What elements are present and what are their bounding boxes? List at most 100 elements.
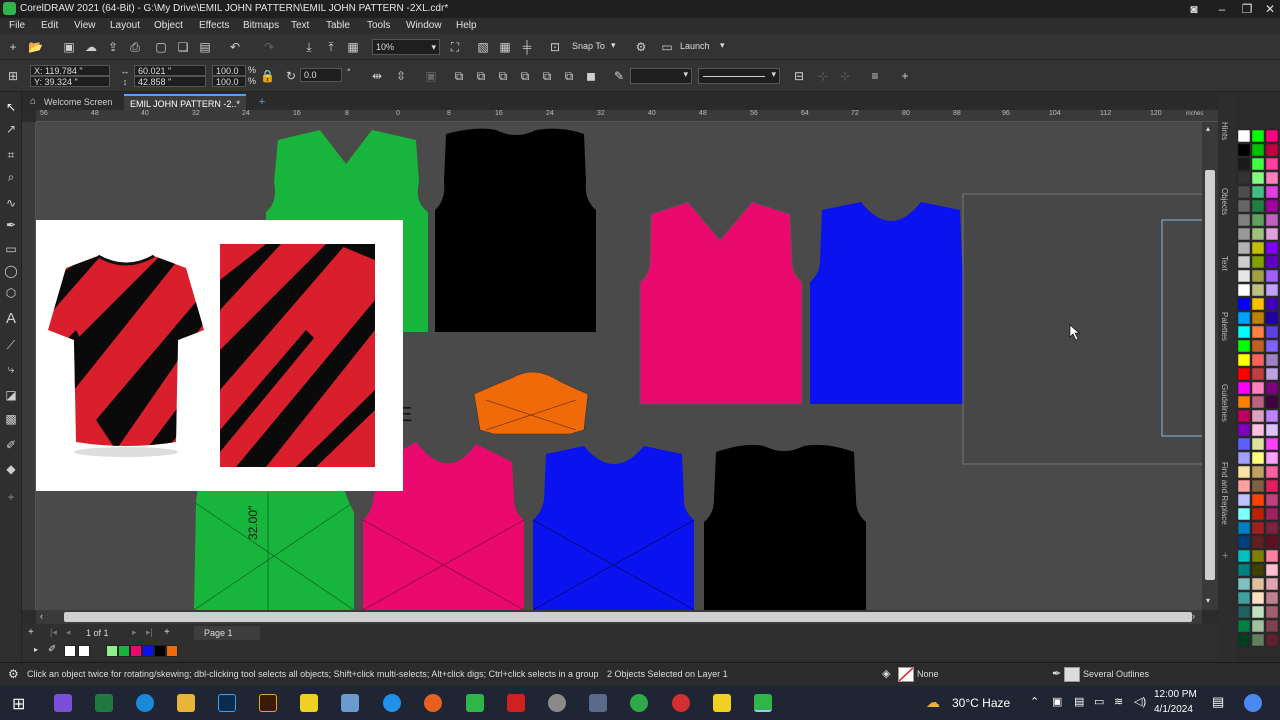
palette-swatch[interactable] (1251, 549, 1265, 563)
menu-effects[interactable]: Effects (199, 20, 229, 31)
palette-swatch[interactable] (1265, 507, 1279, 521)
notes-icon[interactable] (713, 694, 731, 712)
back-minus-front-icon[interactable]: ⧉ (562, 69, 576, 83)
palette-swatch[interactable] (1265, 185, 1279, 199)
palette-swatch[interactable] (1251, 129, 1265, 143)
boundary-icon[interactable]: ◼ (584, 69, 598, 83)
speaker-icon[interactable]: ◁) (1134, 695, 1146, 708)
align-icon[interactable]: ≡ (868, 69, 882, 83)
menu-bitmaps[interactable]: Bitmaps (243, 20, 279, 31)
palette-swatch[interactable] (1265, 241, 1279, 255)
import-icon[interactable]: ⤓ (302, 40, 316, 54)
palette-swatch[interactable] (1251, 269, 1265, 283)
palette-swatch[interactable] (1251, 633, 1265, 647)
add-page-icon[interactable]: + (28, 627, 34, 638)
gear-icon[interactable]: ⚙ (8, 667, 19, 681)
eyedropper-tool-icon[interactable]: ✐ (4, 438, 18, 452)
palette-swatch[interactable] (1265, 199, 1279, 213)
pen-tool-icon[interactable]: ✒ (4, 218, 18, 232)
menu-tools[interactable]: Tools (367, 20, 390, 31)
tray-icon[interactable]: ▤ (1074, 695, 1084, 708)
palette-swatch[interactable] (1237, 619, 1251, 633)
launch-dropdown[interactable]: Launch (680, 41, 710, 51)
palette-swatch[interactable] (1237, 227, 1251, 241)
palette-swatch[interactable] (1265, 549, 1279, 563)
scroll-down-icon[interactable]: ▾ (1206, 596, 1210, 605)
palette-swatch[interactable] (1251, 325, 1265, 339)
snap-icon[interactable]: ⊡ (548, 40, 562, 54)
palette-swatch[interactable] (1251, 409, 1265, 423)
edge-icon[interactable] (136, 694, 154, 712)
palette-swatch[interactable] (1237, 451, 1251, 465)
clock-time[interactable]: 12:00 PM (1154, 689, 1197, 700)
clock-date[interactable]: 4/1/2024 (1154, 704, 1193, 715)
menu-edit[interactable]: Edit (41, 20, 58, 31)
app-icon-gray[interactable] (548, 694, 566, 712)
new-document-icon[interactable]: + (6, 40, 20, 54)
palette-swatch[interactable] (1265, 367, 1279, 381)
ellipse-tool-icon[interactable]: ◯ (4, 264, 18, 278)
sticky-notes-icon[interactable] (300, 694, 318, 712)
fill-none-swatch[interactable] (898, 667, 914, 682)
copilot-icon[interactable] (1244, 694, 1262, 712)
palette-swatch[interactable] (1237, 409, 1251, 423)
palette-swatch[interactable] (1251, 381, 1265, 395)
palette-swatch[interactable] (1265, 157, 1279, 171)
pick-tool-icon[interactable]: ↖ (4, 100, 18, 114)
shadow-tool-icon[interactable]: ◪ (4, 388, 18, 402)
vertical-scrollbar[interactable]: ▴ ▾ (1202, 122, 1218, 610)
swatch-none[interactable] (64, 645, 76, 657)
connector-tool-icon[interactable]: ⤷ (4, 362, 18, 376)
palette-swatch[interactable] (1265, 451, 1279, 465)
palette-swatch[interactable] (1237, 549, 1251, 563)
docker-tab-palettes[interactable]: Palettes (1220, 312, 1229, 341)
file-explorer-icon[interactable] (177, 694, 195, 712)
zoom-tool-icon[interactable]: ⌕ (4, 170, 18, 184)
weld-icon[interactable]: ⧉ (452, 69, 466, 83)
fill-icon[interactable]: ◈ (882, 667, 890, 680)
palette-swatch[interactable] (1251, 423, 1265, 437)
menu-help[interactable]: Help (456, 20, 477, 31)
palette-swatch[interactable] (1237, 143, 1251, 157)
palette-swatch[interactable] (1251, 591, 1265, 605)
simplify-icon[interactable]: ⧉ (518, 69, 532, 83)
mirror-horizontal-icon[interactable]: ⇹ (370, 69, 384, 83)
palette-swatch[interactable] (1265, 409, 1279, 423)
palette-swatch[interactable] (1265, 521, 1279, 535)
save-icon[interactable]: ▣ (62, 40, 76, 54)
vertical-scroll-thumb[interactable] (1205, 170, 1215, 580)
snap-to-dropdown[interactable]: Snap To (572, 41, 605, 51)
transparency-tool-icon[interactable]: ▩ (4, 412, 18, 426)
x-position-field[interactable]: X: 119.784 " (30, 65, 110, 76)
palette-swatch[interactable] (1251, 367, 1265, 381)
scale-width-field[interactable]: 100.0 (212, 65, 246, 76)
palette-swatch[interactable] (1265, 633, 1279, 647)
eyedropper-icon[interactable]: ✐ (48, 644, 56, 655)
palette-swatch[interactable] (1237, 395, 1251, 409)
palette-swatch[interactable] (1237, 479, 1251, 493)
mirror-vertical-icon[interactable]: ⇳ (394, 69, 408, 83)
search-app-icon[interactable] (424, 694, 442, 712)
palette-swatch[interactable] (1251, 171, 1265, 185)
outline-pen-icon[interactable]: ✒ (1052, 667, 1061, 680)
scroll-right-icon[interactable]: › (1192, 611, 1195, 621)
node-icon[interactable]: ⊹ (816, 69, 830, 83)
pdf-icon[interactable]: ▦ (346, 40, 360, 54)
docker-tab-find-replace[interactable]: Find and Replace (1220, 462, 1229, 525)
palette-swatch[interactable] (1251, 605, 1265, 619)
fill-tool-icon[interactable]: ◆ (4, 462, 18, 476)
palette-swatch[interactable] (1237, 507, 1251, 521)
cloud-icon[interactable]: ☁ (84, 40, 98, 54)
palette-swatch[interactable] (1237, 493, 1251, 507)
palette-swatch[interactable] (1251, 297, 1265, 311)
tray-icon[interactable]: ▣ (1052, 695, 1062, 708)
palette-swatch[interactable] (1237, 367, 1251, 381)
coreldraw-taskbar-icon[interactable] (466, 694, 484, 712)
palette-swatch[interactable] (1237, 563, 1251, 577)
palette-swatch[interactable] (1237, 255, 1251, 269)
palette-swatch[interactable] (1251, 563, 1265, 577)
palette-swatch[interactable] (1251, 311, 1265, 325)
palette-swatch[interactable] (1265, 213, 1279, 227)
outline-swatch[interactable] (1064, 667, 1080, 682)
app-icon-generic[interactable] (341, 694, 359, 712)
